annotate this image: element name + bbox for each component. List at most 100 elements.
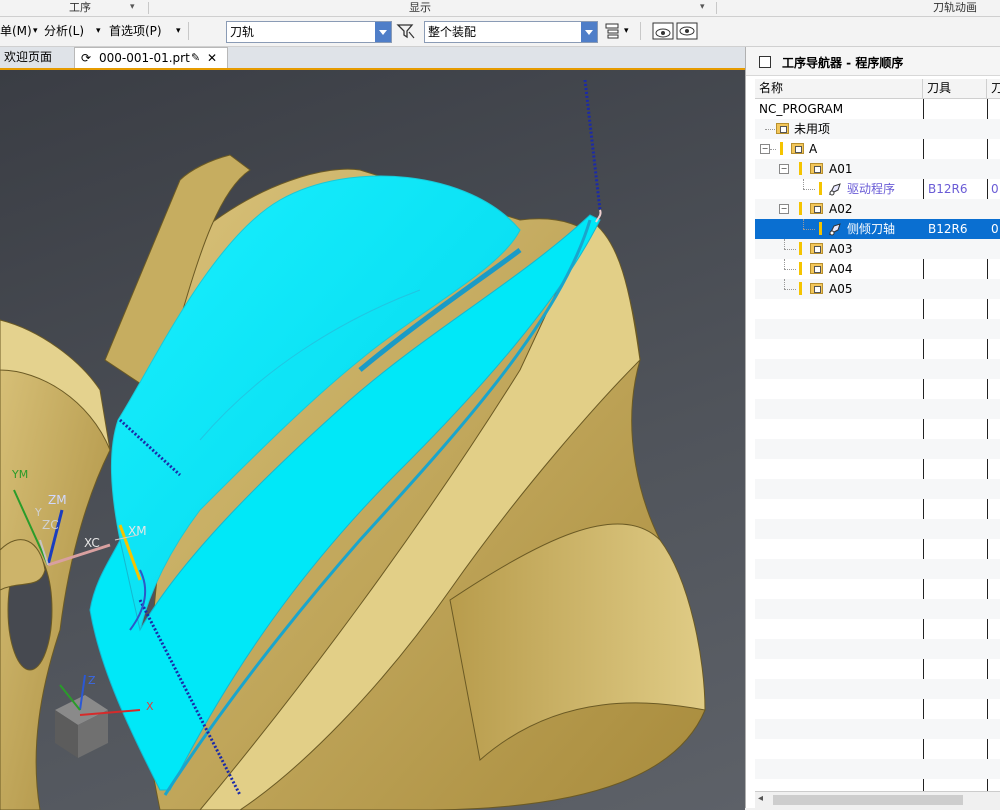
scrollbar-thumb[interactable]	[773, 795, 963, 805]
tree-connector	[784, 259, 785, 269]
tree-connector	[784, 279, 785, 289]
tree-row-a04[interactable]: A04	[755, 259, 1000, 279]
tree-connector	[765, 129, 775, 130]
menu-analysis[interactable]: 分析(L)	[44, 23, 84, 39]
chevron-down-icon[interactable]: ▾	[33, 23, 38, 39]
type-filter-select[interactable]: 刀轨	[226, 21, 392, 43]
yc-label: Y	[35, 506, 42, 519]
tree-connector	[784, 289, 796, 290]
status-flag-icon	[819, 182, 822, 195]
program-folder-icon	[791, 143, 804, 154]
chevron-down-icon[interactable]: ▾	[176, 23, 181, 39]
xm-label: XM	[128, 524, 147, 538]
ribbon-group-operation: 工序	[69, 1, 91, 14]
tree-item-label: A05	[829, 282, 853, 296]
tab-part-file[interactable]: ⟳ 000-001-01.prt ✎ ✕	[74, 47, 228, 69]
tree-connector	[784, 239, 785, 249]
divider	[148, 2, 149, 14]
type-filter-value: 刀轨	[230, 25, 255, 39]
close-icon[interactable]: ✕	[207, 48, 217, 68]
tree-row-a02[interactable]: − A02	[755, 199, 1000, 219]
tree-row-operation-drive[interactable]: 驱动程序 B12R6 0	[755, 179, 1000, 199]
order-cell: 0	[991, 222, 999, 236]
tree-row-nc-program[interactable]: NC_PROGRAM	[755, 99, 1000, 119]
collapse-icon[interactable]: −	[779, 204, 789, 214]
tree-connector	[803, 219, 804, 229]
scroll-left-icon[interactable]: ◂	[758, 793, 763, 804]
scope-select[interactable]: 整个装配	[424, 21, 598, 43]
show-mcs-icon[interactable]	[652, 22, 674, 40]
chevron-down-icon[interactable]: ▾	[130, 0, 135, 15]
tree-connector	[784, 249, 796, 250]
tree-row-unused[interactable]: 未用项	[755, 119, 1000, 139]
zm-label: ZM	[48, 493, 67, 507]
status-flag-icon	[799, 282, 802, 295]
column-name[interactable]: 名称	[755, 79, 923, 99]
tree-item-label: A04	[829, 262, 853, 276]
chevron-down-icon[interactable]: ▾	[96, 23, 101, 39]
tree-connector	[803, 189, 815, 190]
tree-row-a05[interactable]: A05	[755, 279, 1000, 299]
ym-label: YM	[12, 468, 29, 481]
part-model-view	[0, 79, 706, 810]
tree-connector	[784, 269, 796, 270]
tool-cell: B12R6	[928, 182, 968, 196]
zc-label: ZC	[42, 518, 59, 532]
program-folder-icon	[776, 123, 789, 134]
tree-item-label: A01	[829, 162, 853, 176]
tree-connector	[803, 179, 804, 189]
collapse-icon[interactable]: −	[779, 164, 789, 174]
divider	[716, 2, 717, 14]
program-folder-icon	[810, 203, 823, 214]
tree-row-a[interactable]: − A	[755, 139, 1000, 159]
navigator-pin-checkbox[interactable]	[759, 56, 771, 68]
horizontal-scrollbar[interactable]: ◂	[755, 791, 1000, 808]
divider	[640, 22, 641, 40]
scope-value: 整个装配	[428, 25, 477, 39]
ribbon-group-animation: 刀轨动画	[933, 1, 977, 14]
filter-icon[interactable]	[396, 22, 416, 40]
chevron-down-icon[interactable]: ▾	[700, 0, 705, 15]
tree-connector	[770, 149, 776, 150]
edit-icon[interactable]: ✎	[191, 48, 200, 68]
xc-label: XC	[84, 536, 100, 550]
tree-item-label: 未用项	[794, 122, 831, 136]
menu-preferences[interactable]: 首选项(P)	[109, 23, 162, 39]
tool-cell: B12R6	[928, 222, 968, 236]
column-order[interactable]: 刀	[987, 79, 1000, 99]
navigator-header: 工序导航器 - 程序顺序	[746, 47, 1000, 76]
ribbon-group-bar: 工序 ▾ 显示 ▾ 刀轨动画	[0, 0, 1000, 17]
operation-tree[interactable]: 名称 刀具 刀 NC_PROGRAM 未用项 − A − A01 驱动程序 B1…	[755, 79, 1000, 792]
tree-row-a01[interactable]: − A01	[755, 159, 1000, 179]
tree-item-label: 侧倾刀轴	[847, 222, 896, 236]
ribbon-group-display: 显示	[409, 1, 431, 14]
chevron-down-icon[interactable]	[375, 22, 391, 42]
sync-icon: ⟳	[81, 51, 92, 65]
assembly-navigator-icon[interactable]	[604, 22, 624, 40]
program-folder-icon	[810, 283, 823, 294]
navigator-title: 工序导航器 - 程序顺序	[782, 56, 904, 70]
show-wcs-icon[interactable]	[676, 22, 698, 40]
collapse-icon[interactable]: −	[760, 144, 770, 154]
status-flag-icon	[799, 242, 802, 255]
operation-icon	[828, 223, 841, 236]
tab-part-file-label: 000-001-01.prt	[99, 51, 190, 65]
column-tool[interactable]: 刀具	[923, 79, 987, 99]
status-flag-icon	[799, 262, 802, 275]
tree-row-operation-tilt[interactable]: 侧倾刀轴 B12R6 0	[755, 219, 1000, 239]
tree-row-a03[interactable]: A03	[755, 239, 1000, 259]
status-flag-icon	[819, 222, 822, 235]
tree-item-label: 驱动程序	[847, 182, 896, 196]
menu-menu[interactable]: 单(M)	[0, 23, 32, 39]
tab-welcome[interactable]: 欢迎页面	[0, 47, 56, 68]
divider	[188, 22, 189, 40]
tree-item-label: A02	[829, 202, 853, 216]
chevron-down-icon[interactable]: ▾	[624, 23, 629, 39]
chevron-down-icon[interactable]	[581, 22, 597, 42]
tree-connector	[803, 229, 815, 230]
tree-item-label: A	[809, 142, 818, 156]
status-flag-icon	[799, 202, 802, 215]
view-x-label: X	[146, 700, 154, 713]
order-cell: 0	[991, 182, 999, 196]
graphics-viewport[interactable]: YM ZM ZC Y XC XM Z X	[0, 68, 745, 810]
